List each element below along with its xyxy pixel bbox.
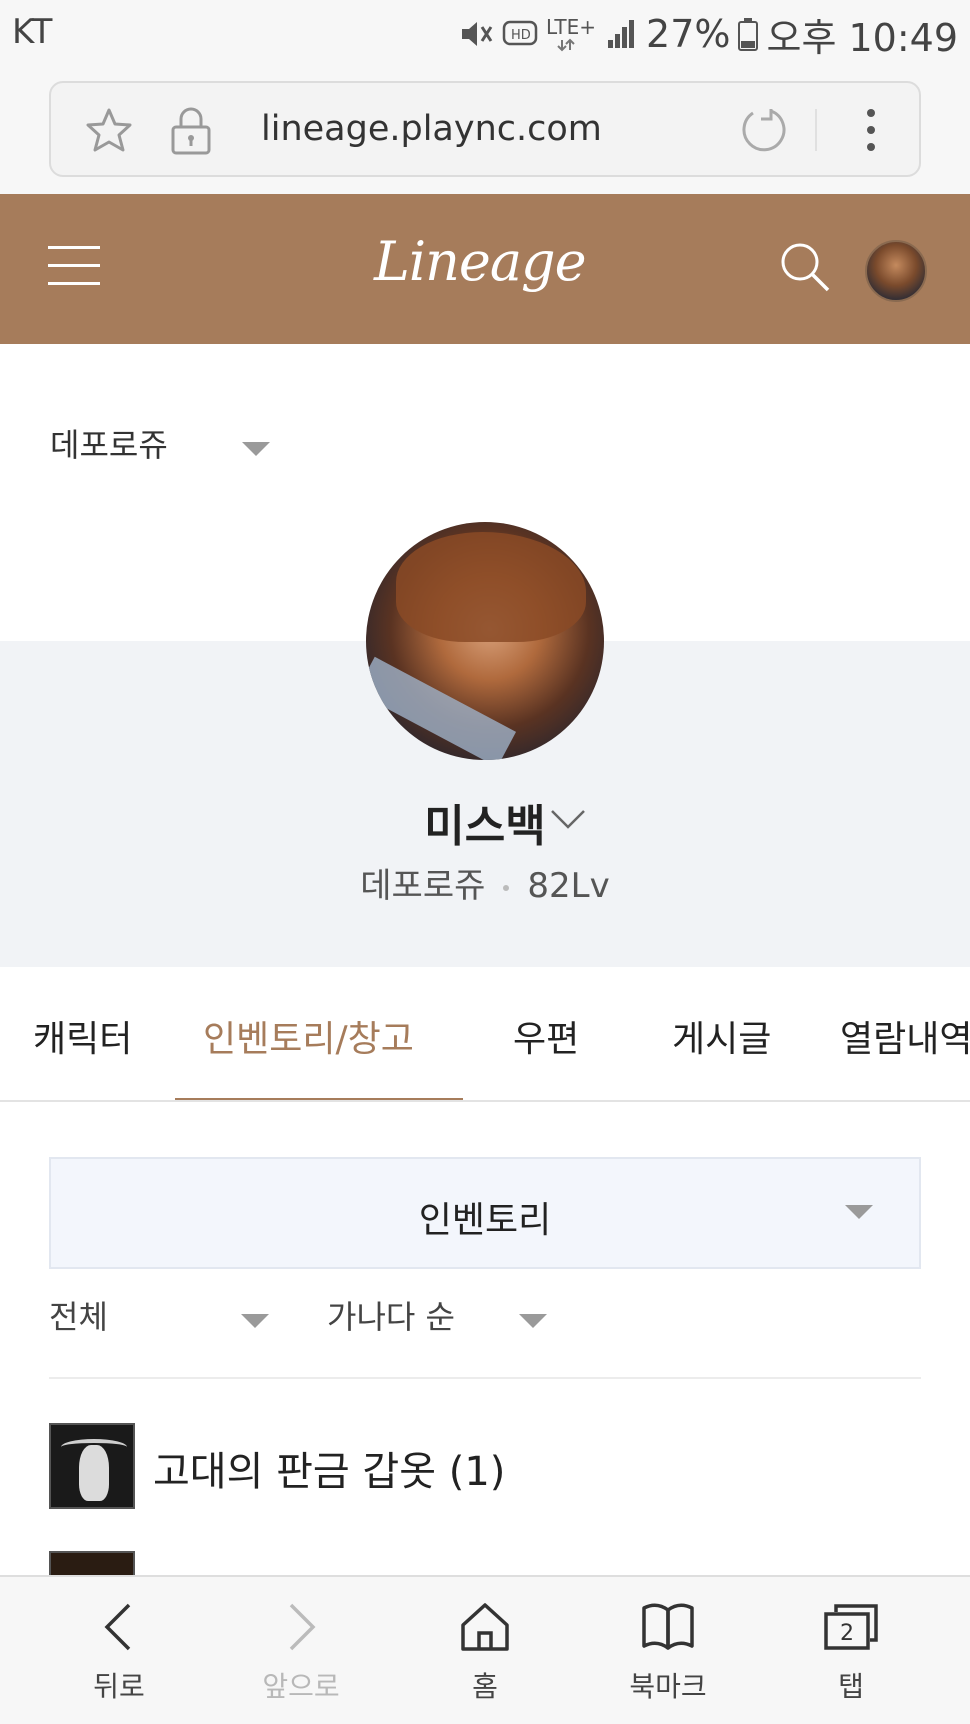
star-icon[interactable]	[85, 107, 133, 157]
inventory-type-dropdown[interactable]: 인벤토리	[49, 1157, 921, 1269]
tab-view-history[interactable]: 열람내역	[840, 1010, 970, 1062]
sort-dropdown[interactable]: 가나다 순	[327, 1292, 557, 1342]
tabs-label: 탭	[838, 1670, 864, 1703]
hd-voice-icon: HD	[502, 19, 538, 49]
reload-icon[interactable]	[737, 105, 787, 159]
browser-toolbar: lineage.plaync.com	[0, 70, 970, 194]
home-button[interactable]: 홈	[420, 1597, 550, 1705]
bookmark-icon	[603, 1597, 733, 1657]
address-bar[interactable]: lineage.plaync.com	[49, 81, 921, 177]
category-filter-value: 전체	[49, 1298, 108, 1336]
svg-text:LTE+: LTE+	[546, 15, 596, 39]
item-icon[interactable]	[49, 1551, 135, 1575]
character-meta: 데포로쥬 82Lv	[0, 858, 970, 907]
armor-item-icon	[49, 1423, 135, 1509]
back-icon	[54, 1597, 184, 1657]
server-dropdown[interactable]: 데포로쥬	[50, 420, 280, 470]
list-item[interactable]: 고대의 판금 갑옷 (1)	[49, 1423, 921, 1509]
tab-mail[interactable]: 우편	[513, 1010, 579, 1062]
lock-icon	[169, 105, 213, 159]
inventory-type-value: 인벤토리	[418, 1200, 552, 1241]
browser-bottom-nav: 뒤로 앞으로 홈 북마크 2 탭	[0, 1575, 970, 1724]
tabs-icon: 2	[786, 1597, 916, 1657]
active-tab-indicator	[175, 1098, 463, 1100]
character-name: 미스백	[424, 801, 546, 852]
status-bar: KT HD LTE+ 27% 오후 10:49	[0, 0, 970, 70]
chevron-down-icon[interactable]	[550, 808, 586, 834]
forward-icon	[236, 1597, 366, 1657]
sort-value: 가나다 순	[327, 1298, 455, 1336]
lineage-logo[interactable]: Lineage	[374, 230, 587, 293]
tabs-button[interactable]: 2 탭	[786, 1597, 916, 1705]
battery-percent: 27%	[646, 12, 731, 56]
battery-icon	[738, 17, 759, 51]
character-avatar	[366, 522, 604, 760]
clock: 오후 10:49	[766, 15, 958, 60]
bookmark-label: 북마크	[629, 1670, 707, 1703]
search-icon[interactable]	[778, 240, 832, 298]
status-indicators: HD LTE+ 27% 오후 10:49	[458, 10, 958, 60]
tab-posts[interactable]: 게시글	[672, 1010, 771, 1062]
bookmark-button[interactable]: 북마크	[603, 1597, 733, 1705]
dropdown-arrow-icon	[242, 442, 270, 456]
tab-character[interactable]: 캐릭터	[33, 1010, 132, 1062]
category-filter-dropdown[interactable]: 전체	[49, 1292, 279, 1342]
home-icon	[420, 1597, 550, 1657]
forward-button[interactable]: 앞으로	[236, 1597, 366, 1705]
mute-icon	[458, 18, 494, 50]
tab-bar: 캐릭터 인벤토리/창고 우편 게시글 열람내역	[0, 968, 970, 1102]
site-header: Lineage	[0, 194, 970, 344]
character-server: 데포로쥬	[360, 866, 486, 906]
item-name: 고대의 판금 갑옷 (1)	[153, 1449, 506, 1495]
character-level: 82Lv	[527, 866, 610, 906]
back-label: 뒤로	[93, 1670, 145, 1703]
lte-icon: LTE+	[546, 14, 598, 54]
more-options-icon[interactable]	[863, 105, 879, 159]
toolbar-divider	[815, 109, 817, 151]
dropdown-arrow-icon	[845, 1205, 873, 1219]
character-name-row[interactable]: 미스백	[0, 790, 970, 854]
dropdown-arrow-icon	[519, 1314, 547, 1328]
forward-label: 앞으로	[262, 1670, 340, 1703]
menu-icon[interactable]	[48, 246, 100, 285]
carrier-label: KT	[12, 12, 53, 52]
svg-text:2: 2	[840, 1621, 854, 1646]
svg-text:HD: HD	[511, 28, 531, 43]
user-avatar[interactable]	[865, 240, 927, 302]
url-text[interactable]: lineage.plaync.com	[261, 109, 602, 149]
signal-icon	[606, 18, 638, 50]
divider	[49, 1377, 921, 1379]
home-label: 홈	[472, 1670, 498, 1703]
dropdown-arrow-icon	[241, 1314, 269, 1328]
back-button[interactable]: 뒤로	[54, 1597, 184, 1705]
server-dropdown-value: 데포로쥬	[50, 426, 168, 464]
tab-inventory-storage[interactable]: 인벤토리/창고	[203, 1010, 414, 1062]
